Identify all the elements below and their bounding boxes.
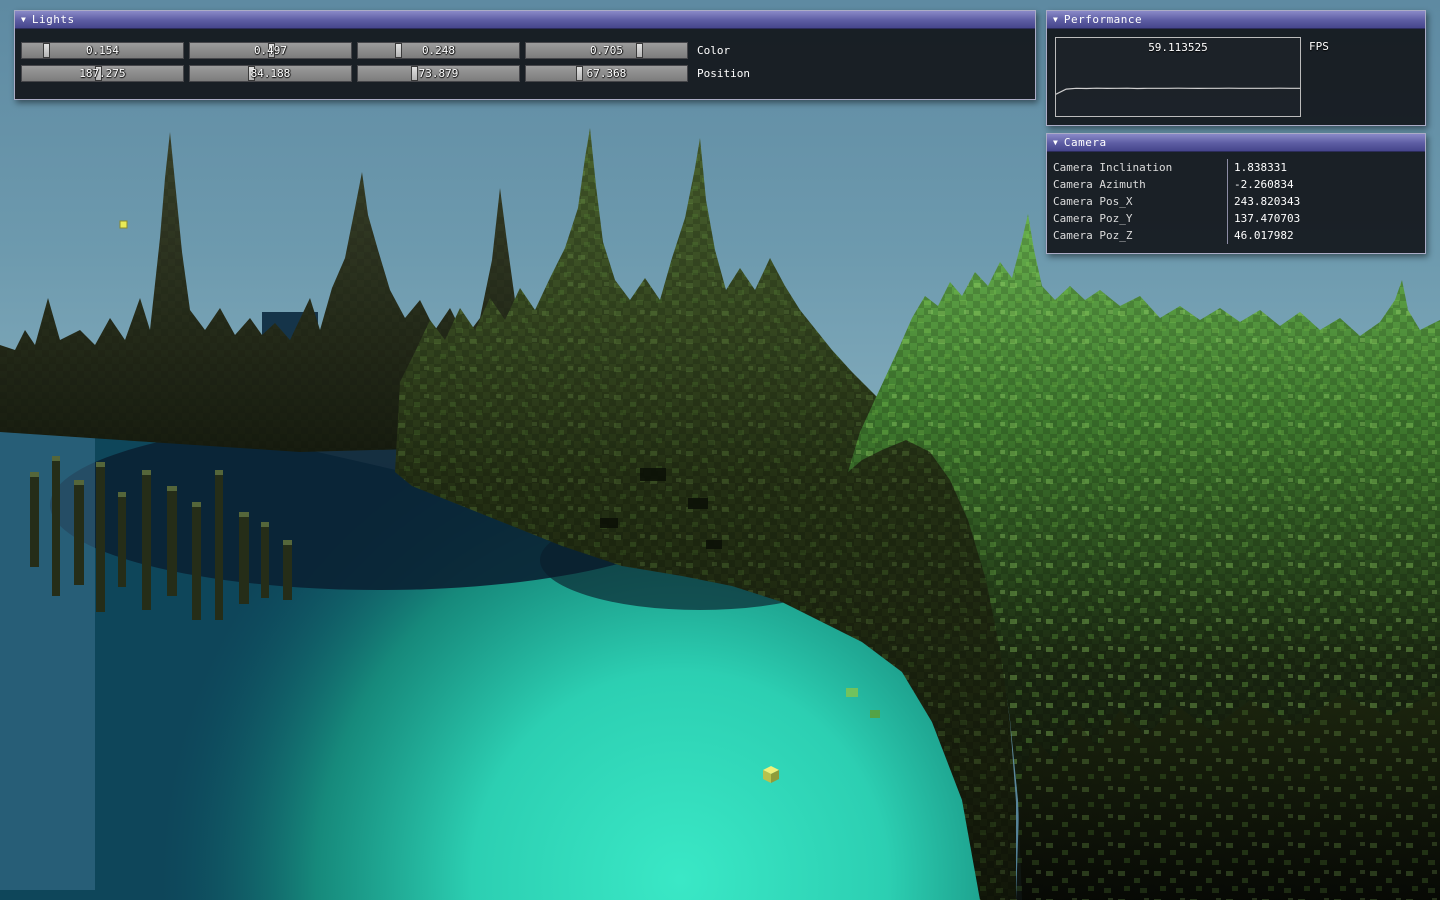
camera-row-value: 46.017982 [1227,227,1425,244]
collapse-arrow-icon[interactable]: ▼ [1053,139,1058,147]
performance-panel-title: Performance [1064,13,1142,26]
slider-handle[interactable] [268,43,275,58]
light-position-slider-3[interactable]: 67.368 [525,65,688,82]
lights-panel: ▼ Lights 0.154 0.497 0.248 0.705 Color [14,10,1036,100]
slider-value: 84.188 [190,66,351,81]
light-color-row: 0.154 0.497 0.248 0.705 Color [21,42,1029,59]
camera-row-inclination: Camera Inclination 1.838331 [1047,159,1425,176]
slider-handle[interactable] [576,66,583,81]
performance-panel: ▼ Performance 59.113525 FPS [1046,10,1426,126]
camera-row-value: -2.260834 [1227,176,1425,193]
camera-row-value: 137.470703 [1227,210,1425,227]
light-color-slider-3[interactable]: 0.705 [525,42,688,59]
camera-row-pos-y: Camera Poz_Y 137.470703 [1047,210,1425,227]
camera-row-value: 1.838331 [1227,159,1425,176]
light-color-slider-2[interactable]: 0.248 [357,42,520,59]
fps-value: 59.113525 [1056,41,1300,54]
slider-handle[interactable] [95,66,102,81]
camera-row-label: Camera Inclination [1047,159,1227,176]
slider-handle[interactable] [411,66,418,81]
camera-row-azimuth: Camera Azimuth -2.260834 [1047,176,1425,193]
light-position-slider-1[interactable]: 84.188 [189,65,352,82]
lights-panel-title: Lights [32,13,75,26]
slider-handle[interactable] [395,43,402,58]
light-position-slider-0[interactable]: 187.275 [21,65,184,82]
slider-value: 73.879 [358,66,519,81]
light-position-row: 187.275 84.188 73.879 67.368 Position [21,65,1029,82]
light-color-slider-0[interactable]: 0.154 [21,42,184,59]
collapse-arrow-icon[interactable]: ▼ [1053,16,1058,24]
fps-unit-label: FPS [1309,40,1329,53]
camera-row-pos-x: Camera Pos_X 243.820343 [1047,193,1425,210]
light-color-label: Color [697,42,730,59]
camera-panel-header[interactable]: ▼ Camera [1047,134,1425,152]
lights-panel-body: 0.154 0.497 0.248 0.705 Color 187.275 [15,29,1035,99]
camera-row-label: Camera Poz_Z [1047,227,1227,244]
camera-row-label: Camera Azimuth [1047,176,1227,193]
camera-row-pos-z: Camera Poz_Z 46.017982 [1047,227,1425,244]
camera-row-value: 243.820343 [1227,193,1425,210]
slider-handle[interactable] [43,43,50,58]
slider-value: 67.368 [526,66,687,81]
slider-handle[interactable] [636,43,643,58]
camera-row-label: Camera Pos_X [1047,193,1227,210]
slider-handle[interactable] [248,66,255,81]
light-color-slider-1[interactable]: 0.497 [189,42,352,59]
camera-panel-title: Camera [1064,136,1107,149]
slider-value: 0.705 [526,43,687,58]
camera-row-label: Camera Poz_Y [1047,210,1227,227]
performance-panel-header[interactable]: ▼ Performance [1047,11,1425,29]
slider-value: 187.275 [22,66,183,81]
performance-panel-body: 59.113525 FPS [1047,29,1425,125]
light-position-label: Position [697,65,750,82]
lights-panel-header[interactable]: ▼ Lights [15,11,1035,29]
fps-graph: 59.113525 [1055,37,1301,117]
collapse-arrow-icon[interactable]: ▼ [21,16,26,24]
slider-value: 0.248 [358,43,519,58]
camera-panel: ▼ Camera Camera Inclination 1.838331 Cam… [1046,133,1426,254]
light-position-slider-2[interactable]: 73.879 [357,65,520,82]
camera-panel-body: Camera Inclination 1.838331 Camera Azimu… [1047,152,1425,253]
